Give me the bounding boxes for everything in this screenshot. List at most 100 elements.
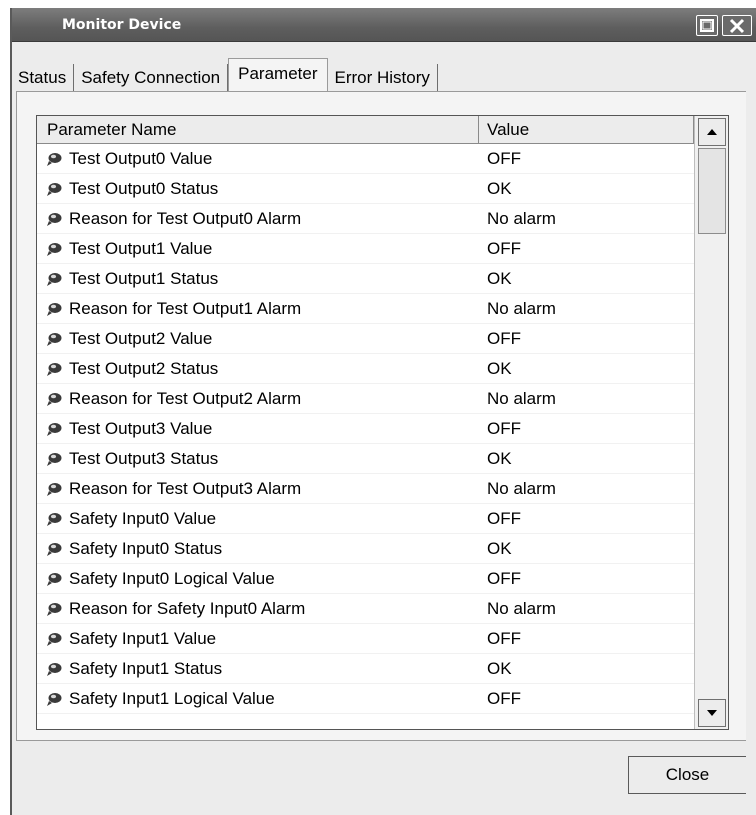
parameter-name-cell: Test Output3 Value [37,419,479,439]
parameter-name: Test Output0 Status [69,178,219,198]
parameter-icon [47,272,62,286]
parameter-icon [47,332,62,346]
parameter-icon [47,392,62,406]
parameter-name-cell: Safety Input0 Value [37,509,479,529]
scroll-thumb[interactable] [698,148,726,234]
parameter-name-cell: Test Output0 Value [37,149,479,169]
parameter-value: OFF [487,148,521,168]
parameter-icon [47,512,62,526]
parameter-icon [47,542,62,556]
parameter-icon [47,422,62,436]
parameter-name: Test Output1 Value [69,238,213,258]
parameter-grid[interactable]: Parameter Name Value Test Output0 Value O… [36,115,729,730]
parameter-value: No alarm [487,208,556,228]
parameter-icon [47,302,62,316]
parameter-value: OFF [487,508,521,528]
table-row[interactable]: Reason for Test Output0 Alarm No alarm [37,204,694,234]
parameter-name: Safety Input0 Status [69,538,223,558]
parameter-icon [47,662,62,676]
parameter-value: OK [487,538,512,558]
parameter-icon [47,632,62,646]
parameter-value: OFF [487,568,521,588]
parameter-name-cell: Reason for Test Output3 Alarm [37,479,479,499]
parameter-value: OFF [487,418,521,438]
parameter-name: Safety Input1 Status [69,658,223,678]
parameter-name: Safety Input1 Value [69,628,217,648]
table-row[interactable]: Safety Input0 Status OK [37,534,694,564]
table-row[interactable]: Reason for Test Output1 Alarm No alarm [37,294,694,324]
grid-header: Parameter Name Value [37,116,694,144]
column-header-parameter-name[interactable]: Parameter Name [37,116,479,144]
parameter-name: Reason for Test Output0 Alarm [69,208,302,228]
parameter-name: Reason for Test Output1 Alarm [69,298,302,318]
tab-error-history[interactable]: Error History [327,64,438,92]
parameter-name-cell: Reason for Test Output1 Alarm [37,299,479,319]
parameter-name-cell: Test Output0 Status [37,179,479,199]
parameter-value: OK [487,178,512,198]
parameter-icon [47,602,62,616]
parameter-value: No alarm [487,478,556,498]
parameter-value: OK [487,268,512,288]
parameter-name-cell: Safety Input1 Logical Value [37,689,479,709]
parameter-value: OFF [487,328,521,348]
parameter-name: Reason for Safety Input0 Alarm [69,598,306,618]
parameter-name-cell: Safety Input1 Status [37,659,479,679]
parameter-name: Test Output3 Status [69,448,219,468]
parameter-name: Safety Input0 Logical Value [69,568,275,588]
parameter-value: No alarm [487,598,556,618]
parameter-name-cell: Test Output2 Status [37,359,479,379]
scroll-up-arrow-icon [707,129,717,135]
parameter-icon [47,452,62,466]
parameter-value: OK [487,448,512,468]
parameter-icon [47,572,62,586]
table-row[interactable]: Test Output3 Status OK [37,444,694,474]
column-header-value[interactable]: Value [479,116,694,144]
table-row[interactable]: Test Output1 Value OFF [37,234,694,264]
vertical-scrollbar[interactable] [694,116,728,729]
parameter-icon [47,212,62,226]
table-row[interactable]: Safety Input0 Value OFF [37,504,694,534]
table-row[interactable]: Test Output2 Status OK [37,354,694,384]
parameter-value: OFF [487,688,521,708]
parameter-name: Test Output2 Value [69,328,213,348]
table-row[interactable]: Safety Input1 Logical Value OFF [37,684,694,714]
parameter-name: Test Output2 Status [69,358,219,378]
parameter-name-cell: Test Output1 Status [37,269,479,289]
close-icon [729,18,745,33]
table-row[interactable]: Safety Input0 Logical Value OFF [37,564,694,594]
parameter-name: Safety Input1 Logical Value [69,688,275,708]
scroll-down-button[interactable] [698,699,726,727]
parameter-name-cell: Reason for Test Output0 Alarm [37,209,479,229]
parameter-name-cell: Test Output3 Status [37,449,479,469]
table-row[interactable]: Test Output0 Value OFF [37,144,694,174]
table-row[interactable]: Test Output3 Value OFF [37,414,694,444]
table-row[interactable]: Safety Input1 Value OFF [37,624,694,654]
parameter-name: Reason for Test Output3 Alarm [69,478,302,498]
parameter-name: Safety Input0 Value [69,508,217,528]
table-row[interactable]: Reason for Test Output2 Alarm No alarm [37,384,694,414]
scroll-up-button[interactable] [698,118,726,146]
parameter-icon [47,152,62,166]
tab-parameter[interactable]: Parameter [228,58,328,92]
parameter-name-cell: Test Output2 Value [37,329,479,349]
parameter-value: OK [487,358,512,378]
table-row[interactable]: Test Output1 Status OK [37,264,694,294]
tab-safety-connection[interactable]: Safety Connection [74,64,229,92]
maximize-button[interactable] [696,15,718,36]
parameter-icon [47,182,62,196]
table-row[interactable]: Test Output2 Value OFF [37,324,694,354]
title-bar[interactable]: Monitor Device [12,8,756,42]
grid-rows: Test Output0 Value OFF Test Output0 Status… [37,144,694,714]
maximize-icon [700,19,714,32]
parameter-name-cell: Reason for Safety Input0 Alarm [37,599,479,619]
tab-strip: Status Safety Connection Parameter Error… [16,58,438,92]
table-row[interactable]: Reason for Test Output3 Alarm No alarm [37,474,694,504]
window-close-button[interactable] [722,15,752,36]
table-row[interactable]: Test Output0 Status OK [37,174,694,204]
tab-status[interactable]: Status [16,64,75,92]
scroll-down-arrow-icon [707,710,717,716]
parameter-name-cell: Safety Input0 Logical Value [37,569,479,589]
table-row[interactable]: Safety Input1 Status OK [37,654,694,684]
table-row[interactable]: Reason for Safety Input0 Alarm No alarm [37,594,694,624]
close-button[interactable]: Close [628,756,746,794]
